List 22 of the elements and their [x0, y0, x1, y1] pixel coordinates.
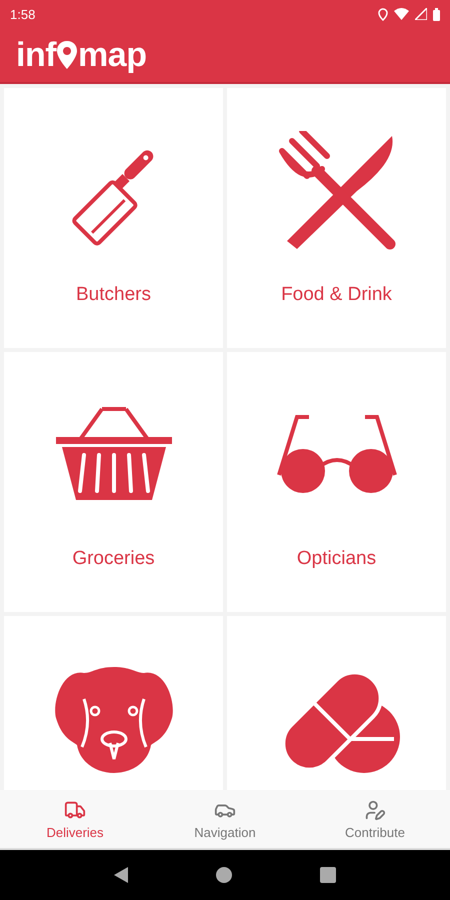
category-card[interactable]: Butchers: [4, 88, 223, 348]
category-card[interactable]: Opticians: [227, 352, 446, 612]
home-icon[interactable]: [216, 867, 232, 883]
category-card[interactable]: Food & Drink: [227, 88, 446, 348]
category-card[interactable]: Groceries: [4, 352, 223, 612]
map-pin-icon: [56, 40, 78, 70]
nav-tab[interactable]: Contribute: [300, 790, 450, 848]
nav-tab[interactable]: Navigation: [150, 790, 300, 848]
battery-icon: [433, 8, 440, 20]
nav-tab[interactable]: Deliveries: [0, 790, 150, 848]
location-icon: [378, 8, 388, 20]
category-label: Opticians: [296, 548, 376, 570]
category-label: Food & Drink: [281, 284, 392, 306]
wifi-icon: [394, 8, 409, 20]
back-icon[interactable]: [114, 867, 128, 883]
logo-text: inf: [16, 38, 56, 72]
person-with-pen-icon: [364, 798, 386, 820]
category-label: Groceries: [72, 548, 155, 570]
category-label: Butchers: [76, 284, 151, 306]
logo-text: map: [78, 38, 146, 72]
signal-icon: [415, 8, 427, 20]
status-time: 1:58: [10, 6, 36, 22]
